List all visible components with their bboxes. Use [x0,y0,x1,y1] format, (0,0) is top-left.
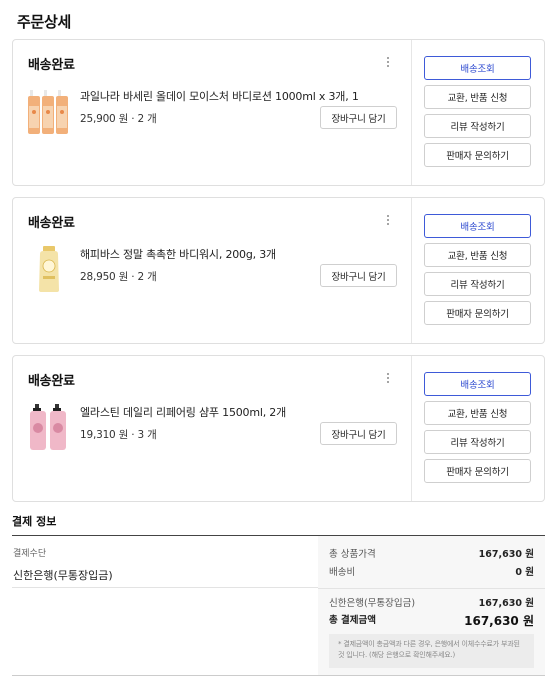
contact-seller-button[interactable]: 판매자 문의하기 [424,301,531,325]
grand-total-label: 총 결제금액 [329,615,377,626]
grand-total-value: 167,630 원 [464,614,534,628]
write-review-button[interactable]: 리뷰 작성하기 [424,114,531,138]
shipping-value: 0 원 [515,567,534,578]
product-price-quantity: 28,950 원 · 2 개 [80,271,157,283]
payment-bottom-divider [12,675,545,676]
card-divider [411,40,412,185]
contact-seller-button[interactable]: 판매자 문의하기 [424,143,531,167]
product-name[interactable]: 해피바스 정말 촉촉한 바디워시, 200g, 3개 [80,246,276,262]
track-delivery-button[interactable]: 배송조회 [424,372,531,396]
write-review-button[interactable]: 리뷰 작성하기 [424,430,531,454]
payment-summary: 총 상품가격 167,630 원 배송비 0 원 신한은행(무통장입금) 167… [318,536,545,675]
track-delivery-button[interactable]: 배송조회 [424,214,531,238]
order-card: 배송완료 해피바스 정말 촉촉한 바디워시, 200g, 3개 28,950 원… [12,197,545,344]
shipping-label: 배송비 [329,567,356,578]
exchange-return-button[interactable]: 교환, 반품 신청 [424,243,531,267]
payment-method-label: 결제수단 [13,549,47,559]
exchange-return-button[interactable]: 교환, 반품 신청 [424,85,531,109]
order-item: 배송완료 해피바스 정말 촉촉한 바디워시, 200g, 3개 28,950 원… [13,198,411,343]
track-delivery-button[interactable]: 배송조회 [424,56,531,80]
product-price-quantity: 19,310 원 · 3 개 [80,429,157,441]
order-card: 배송완료 과일나라 바세린 올데이 모이스처 바디로션 1000ml x 3개,… [12,39,545,186]
card-divider [411,356,412,501]
summary-divider [318,588,545,589]
product-total-label: 총 상품가격 [329,549,376,560]
shampoo-bottles-image[interactable] [27,402,71,452]
add-to-cart-button[interactable]: 장바구니 담기 [320,422,397,445]
bank-label: 신한은행(무통장입금) [329,598,416,609]
order-actions: 배송조회 교환, 반품 신청 리뷰 작성하기 판매자 문의하기 [424,214,532,330]
more-vertical-icon[interactable] [381,371,395,387]
exchange-return-button[interactable]: 교환, 반품 신청 [424,401,531,425]
product-total-value: 167,630 원 [478,549,534,560]
more-vertical-icon[interactable] [381,213,395,229]
order-status: 배송완료 [28,58,75,73]
order-status: 배송완료 [28,374,75,389]
order-card: 배송완료 엘라스틴 데일리 리페어링 샴푸 1500ml, 2개 19,310 … [12,355,545,502]
bodywash-bottle-image[interactable] [27,244,71,294]
payment-left-divider [12,587,318,588]
order-item: 배송완료 과일나라 바세린 올데이 모이스처 바디로션 1000ml x 3개,… [13,40,411,185]
payment-notice: * 결제금액이 총금액과 다른 경우, 은행에서 이체수수료가 부과된 것 입니… [329,634,534,668]
page-title: 주문상세 [17,13,72,31]
more-vertical-icon[interactable] [381,55,395,71]
add-to-cart-button[interactable]: 장바구니 담기 [320,264,397,287]
product-price-quantity: 25,900 원 · 2 개 [80,113,157,125]
bank-value: 167,630 원 [478,598,534,609]
product-name[interactable]: 엘라스틴 데일리 리페어링 샴푸 1500ml, 2개 [80,404,286,420]
order-item: 배송완료 엘라스틴 데일리 리페어링 샴푸 1500ml, 2개 19,310 … [13,356,411,501]
card-divider [411,198,412,343]
write-review-button[interactable]: 리뷰 작성하기 [424,272,531,296]
order-status: 배송완료 [28,216,75,231]
product-name[interactable]: 과일나라 바세린 올데이 모이스처 바디로션 1000ml x 3개, 1 [80,88,359,104]
contact-seller-button[interactable]: 판매자 문의하기 [424,459,531,483]
order-actions: 배송조회 교환, 반품 신청 리뷰 작성하기 판매자 문의하기 [424,56,532,172]
payment-method-value: 신한은행(무통장입금) [13,569,113,582]
payment-section-title: 결제 정보 [12,515,57,528]
lotion-bottles-image[interactable] [27,86,71,136]
order-actions: 배송조회 교환, 반품 신청 리뷰 작성하기 판매자 문의하기 [424,372,532,488]
add-to-cart-button[interactable]: 장바구니 담기 [320,106,397,129]
